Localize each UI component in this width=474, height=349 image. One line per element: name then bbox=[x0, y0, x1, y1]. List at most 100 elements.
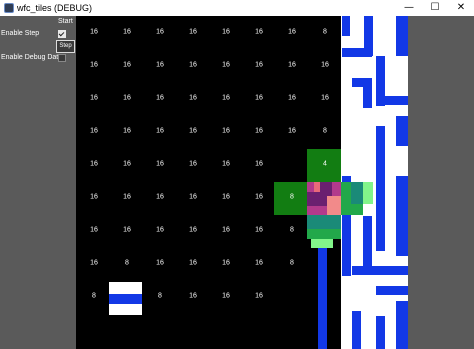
entropy-count: 16 bbox=[156, 94, 164, 102]
right-margin bbox=[408, 16, 474, 349]
app-icon bbox=[4, 3, 14, 13]
entropy-count: 16 bbox=[288, 127, 296, 135]
debug-cell bbox=[307, 192, 327, 206]
maze-wall bbox=[376, 286, 408, 295]
entropy-count: 16 bbox=[123, 127, 131, 135]
entropy-count: 16 bbox=[90, 61, 98, 69]
entropy-count: 16 bbox=[288, 61, 296, 69]
entropy-count: 16 bbox=[222, 292, 230, 300]
entropy-count: 16 bbox=[90, 259, 98, 267]
entropy-count: 8 bbox=[290, 193, 294, 201]
entropy-count: 16 bbox=[189, 94, 197, 102]
entropy-count: 16 bbox=[255, 127, 263, 135]
entropy-count: 16 bbox=[288, 28, 296, 36]
entropy-count: 16 bbox=[222, 127, 230, 135]
entropy-count: 16 bbox=[90, 28, 98, 36]
entropy-count: 16 bbox=[222, 259, 230, 267]
entropy-count: 16 bbox=[189, 127, 197, 135]
entropy-count: 16 bbox=[189, 160, 197, 168]
entropy-count: 16 bbox=[255, 28, 263, 36]
entropy-count: 16 bbox=[255, 160, 263, 168]
maze-wall bbox=[352, 78, 372, 87]
entropy-count: 8 bbox=[323, 127, 327, 135]
maze-wall bbox=[342, 16, 350, 36]
entropy-count: 16 bbox=[189, 28, 197, 36]
minimize-icon[interactable]: — bbox=[396, 0, 422, 16]
maze-wall bbox=[396, 301, 408, 349]
entropy-count: 16 bbox=[123, 94, 131, 102]
entropy-count: 16 bbox=[189, 259, 197, 267]
entropy-count: 16 bbox=[288, 94, 296, 102]
maze-wall bbox=[352, 311, 361, 349]
entropy-count: 16 bbox=[156, 61, 164, 69]
entropy-count: 16 bbox=[90, 94, 98, 102]
maze-wall bbox=[109, 294, 142, 304]
entropy-count: 16 bbox=[222, 94, 230, 102]
entropy-count: 16 bbox=[255, 94, 263, 102]
entropy-count: 16 bbox=[222, 226, 230, 234]
entropy-count: 16 bbox=[222, 193, 230, 201]
maze-wall bbox=[396, 116, 408, 146]
maze-wall bbox=[363, 216, 372, 266]
entropy-count: 16 bbox=[222, 28, 230, 36]
entropy-count: 16 bbox=[123, 193, 131, 201]
entropy-count: 4 bbox=[323, 160, 327, 168]
maze-wall bbox=[396, 176, 408, 256]
entropy-count: 16 bbox=[255, 292, 263, 300]
entropy-count: 16 bbox=[321, 61, 329, 69]
maze-wall bbox=[318, 248, 327, 349]
enable-debug-checkbox[interactable] bbox=[58, 54, 66, 62]
maze-wall bbox=[376, 96, 408, 105]
entropy-count: 8 bbox=[290, 259, 294, 267]
entropy-count: 16 bbox=[123, 226, 131, 234]
entropy-count: 16 bbox=[255, 226, 263, 234]
entropy-count: 16 bbox=[222, 61, 230, 69]
entropy-count: 16 bbox=[123, 28, 131, 36]
close-icon[interactable]: ✕ bbox=[448, 0, 474, 16]
debug-cell bbox=[307, 229, 341, 239]
entropy-count: 16 bbox=[156, 259, 164, 267]
debug-cell bbox=[311, 239, 333, 248]
maze-wall bbox=[352, 266, 408, 275]
enable-debug-label: Enable Debug Data bbox=[1, 54, 63, 61]
step-button[interactable]: Step bbox=[56, 40, 75, 53]
entropy-count: 16 bbox=[156, 127, 164, 135]
enable-step-checkbox[interactable] bbox=[58, 30, 66, 38]
entropy-count: 8 bbox=[158, 292, 162, 300]
entropy-count: 16 bbox=[321, 94, 329, 102]
entropy-count: 16 bbox=[123, 160, 131, 168]
entropy-count: 16 bbox=[90, 226, 98, 234]
entropy-count: 16 bbox=[156, 193, 164, 201]
entropy-count: 16 bbox=[255, 193, 263, 201]
entropy-count: 16 bbox=[123, 61, 131, 69]
entropy-count: 16 bbox=[90, 160, 98, 168]
maze-wall bbox=[376, 316, 385, 349]
window-title: wfc_tiles (DEBUG) bbox=[17, 3, 93, 13]
entropy-count: 16 bbox=[255, 61, 263, 69]
entropy-count: 8 bbox=[323, 28, 327, 36]
entropy-count: 16 bbox=[189, 61, 197, 69]
entropy-count: 16 bbox=[90, 193, 98, 201]
entropy-count: 16 bbox=[156, 226, 164, 234]
maximize-icon[interactable]: ☐ bbox=[422, 0, 448, 16]
maze-wall bbox=[376, 126, 385, 251]
debug-cell bbox=[363, 182, 373, 204]
debug-cell bbox=[327, 196, 341, 215]
entropy-count: 16 bbox=[156, 28, 164, 36]
entropy-count: 16 bbox=[189, 226, 197, 234]
entropy-count: 8 bbox=[125, 259, 129, 267]
debug-cell bbox=[307, 215, 341, 229]
debug-cell bbox=[351, 182, 363, 204]
start-label: Start bbox=[58, 18, 73, 25]
entropy-count: 16 bbox=[156, 160, 164, 168]
maze-wall bbox=[396, 16, 408, 56]
entropy-count: 8 bbox=[92, 292, 96, 300]
entropy-count: 16 bbox=[255, 259, 263, 267]
maze-wall bbox=[342, 48, 372, 57]
enable-step-label: Enable Step bbox=[1, 30, 40, 37]
entropy-count: 16 bbox=[189, 193, 197, 201]
entropy-count: 8 bbox=[290, 226, 294, 234]
control-panel: Start Enable Step Step Enable Debug Data bbox=[0, 16, 76, 349]
entropy-count: 16 bbox=[189, 292, 197, 300]
tile-grid-view[interactable]: 16 16 16 16 16 16 16 8 16 16 16 16 16 16 16 16 16 16 16 16 1… bbox=[76, 16, 408, 349]
